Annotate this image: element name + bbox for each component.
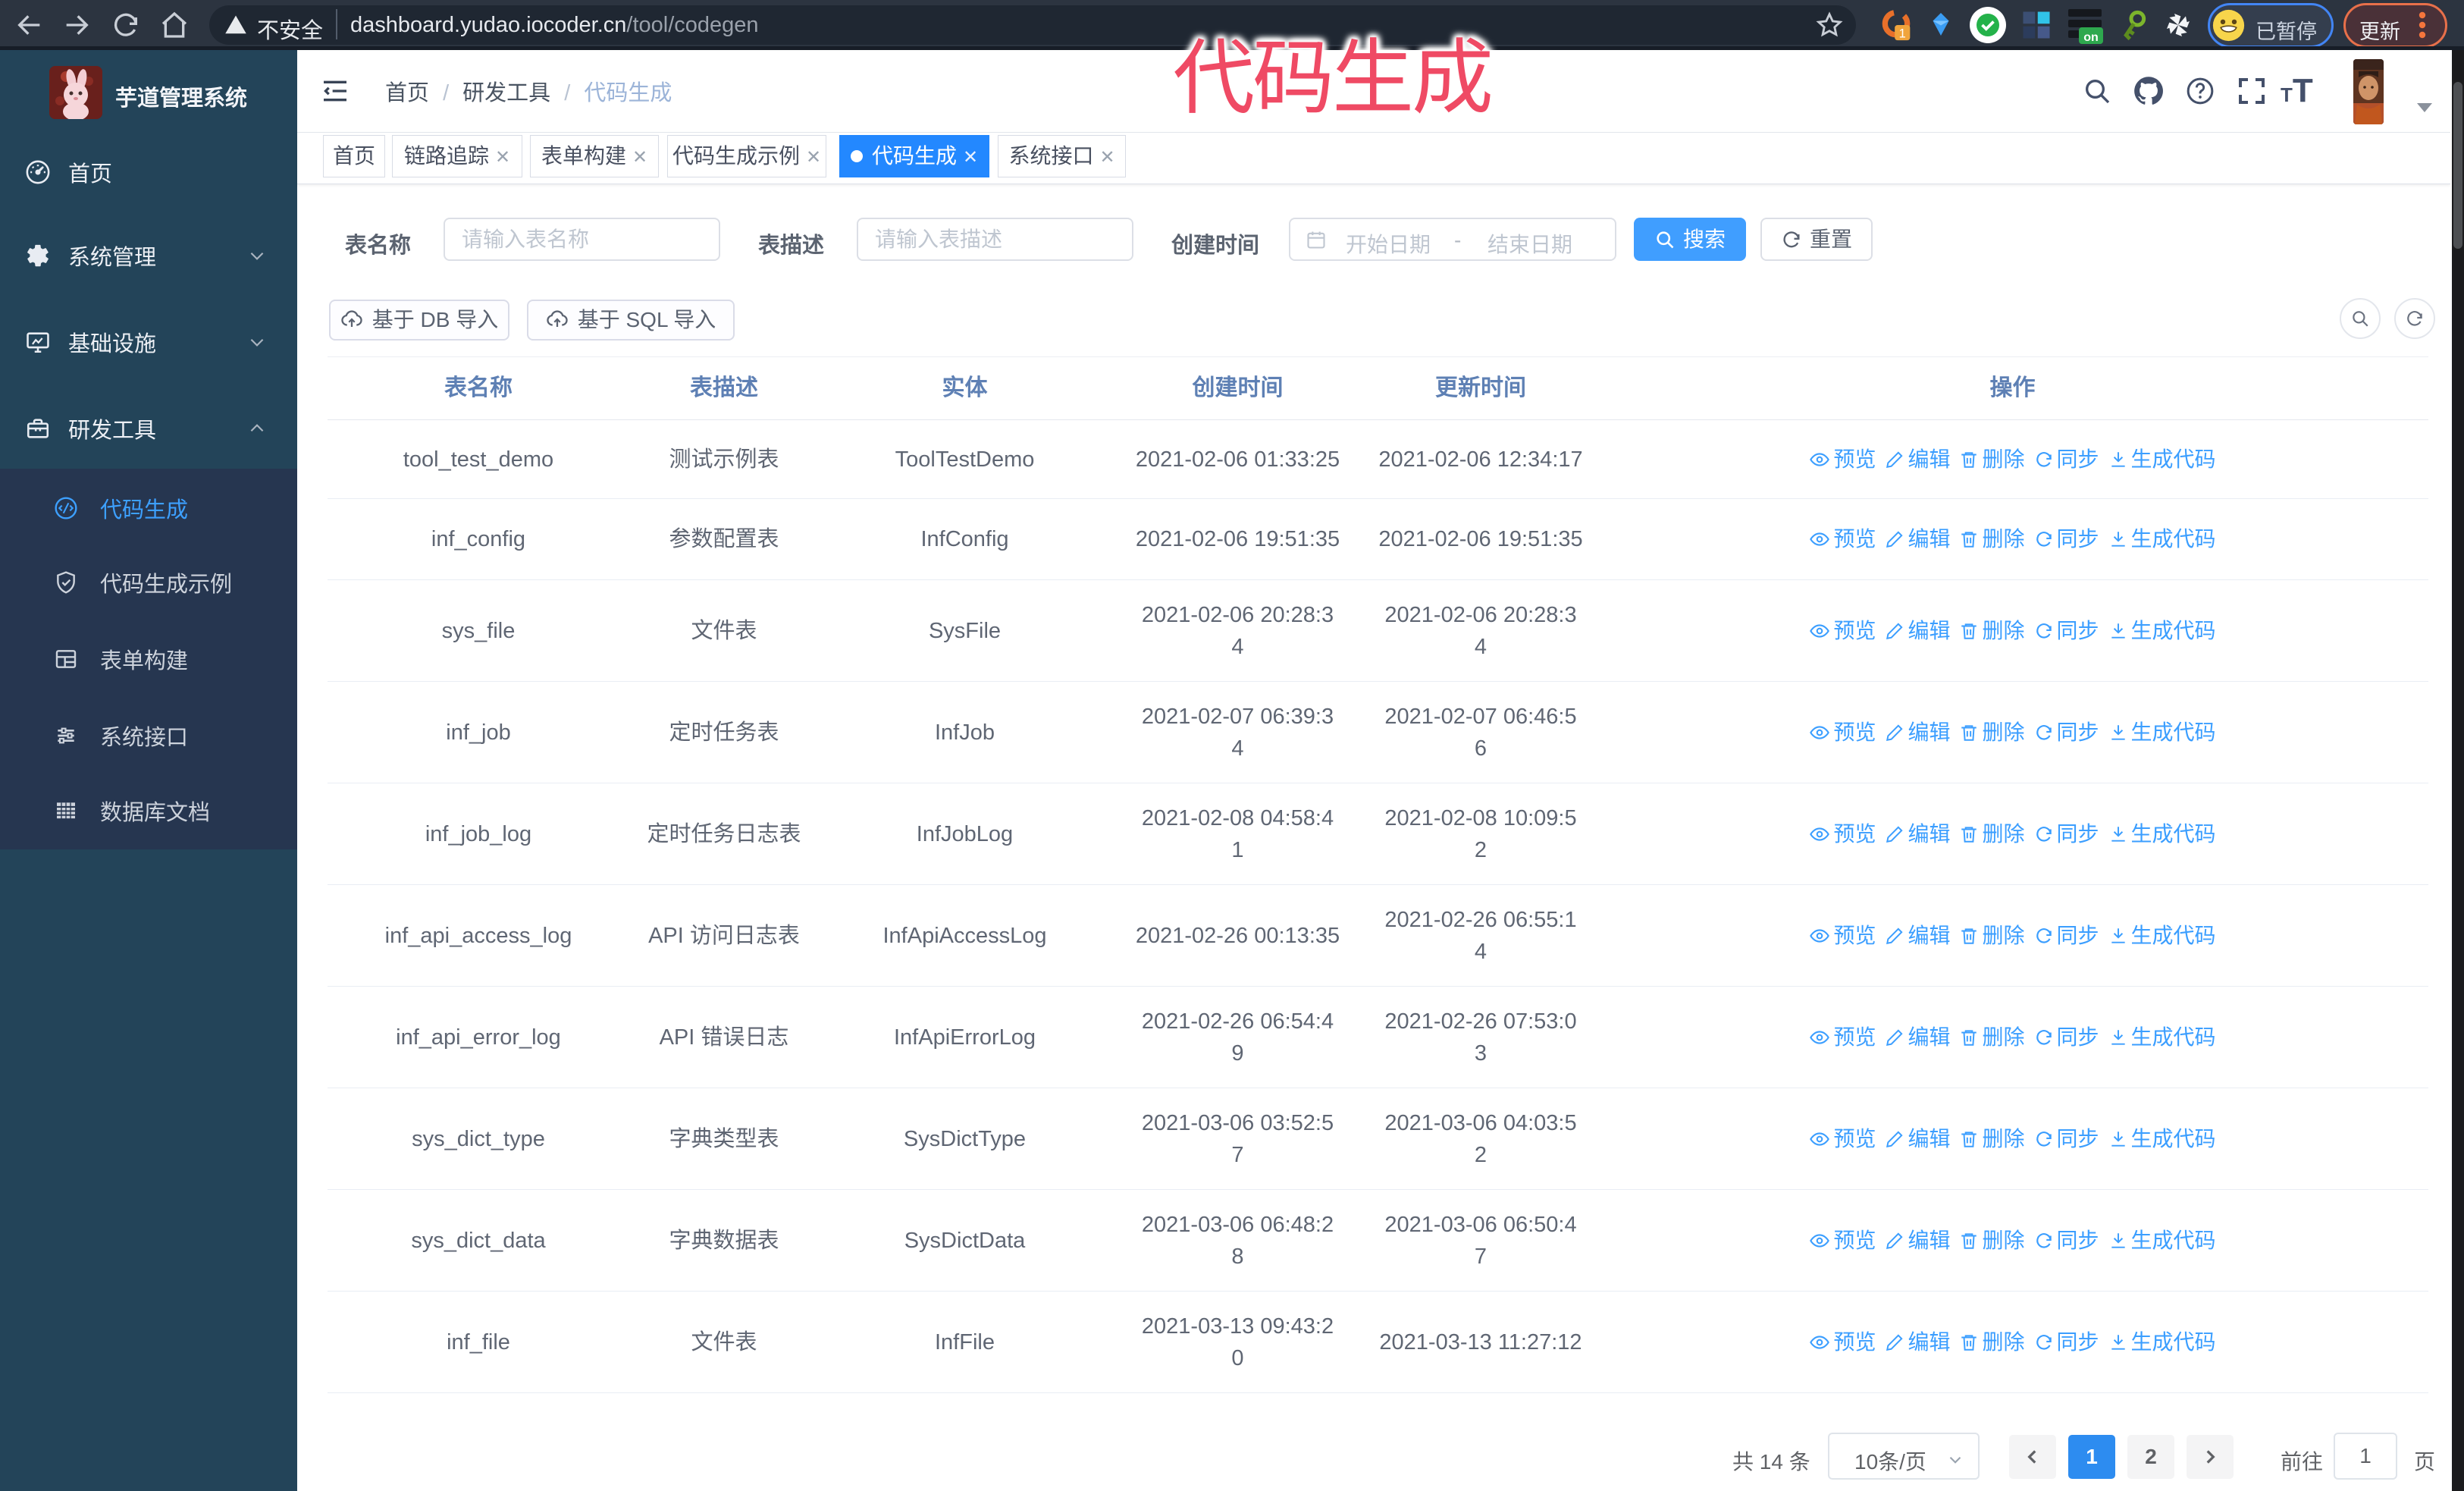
- svg-text:1: 1: [1899, 27, 1906, 41]
- svg-text:on: on: [2083, 31, 2099, 44]
